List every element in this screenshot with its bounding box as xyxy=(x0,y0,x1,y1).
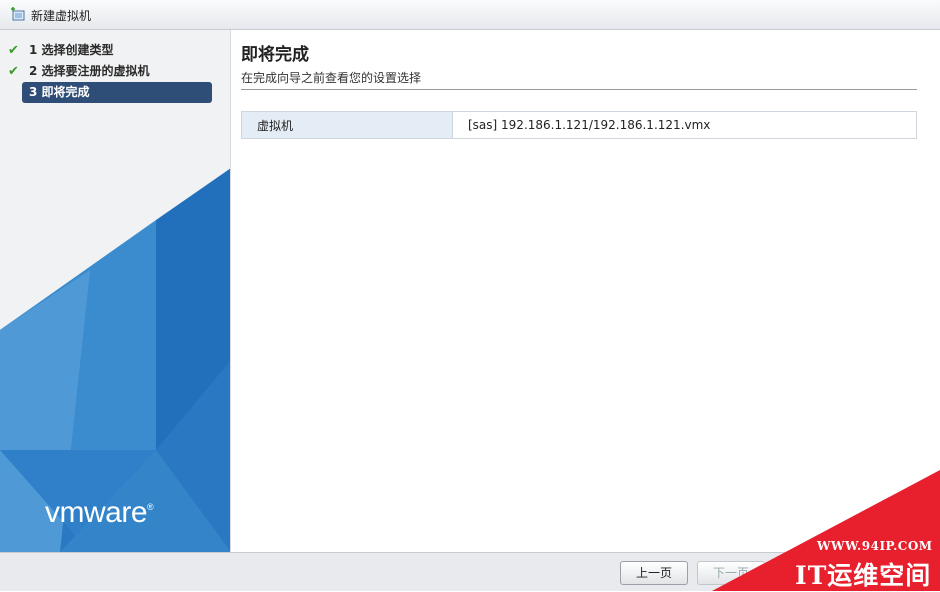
prev-button[interactable]: 上一页 xyxy=(620,561,688,585)
wizard-footer: 上一页 下一页 完成 取消 xyxy=(0,552,940,591)
new-vm-icon xyxy=(11,7,25,21)
step-label: 1 选择创建类型 xyxy=(29,43,114,57)
step-label: 2 选择要注册的虚拟机 xyxy=(29,64,150,78)
vmware-brand-art xyxy=(0,168,230,552)
page-subtitle: 在完成向导之前查看您的设置选择 xyxy=(241,71,422,85)
wizard-step-1[interactable]: ✔ 1 选择创建类型 xyxy=(0,40,230,61)
wizard-sidebar: ✔ 1 选择创建类型 ✔ 2 选择要注册的虚拟机 3 即将完成 vmware® xyxy=(0,30,231,552)
summary-value: [sas] 192.186.1.121/192.186.1.121.vmx xyxy=(468,118,711,132)
table-row: 虚拟机 [sas] 192.186.1.121/192.186.1.121.vm… xyxy=(241,111,917,139)
vmware-logo: vmware® xyxy=(45,496,154,529)
check-icon: ✔ xyxy=(8,43,19,58)
step-label: 3 即将完成 xyxy=(29,85,90,99)
summary-key: 虚拟机 xyxy=(241,111,453,139)
finish-button[interactable]: 完成 xyxy=(774,561,842,585)
wizard-content: 即将完成 在完成向导之前查看您的设置选择 虚拟机 [sas] 192.186.1… xyxy=(231,30,940,552)
wizard-steps: ✔ 1 选择创建类型 ✔ 2 选择要注册的虚拟机 3 即将完成 xyxy=(0,40,230,103)
check-icon: ✔ xyxy=(8,64,19,79)
cancel-button[interactable]: 取消 xyxy=(851,561,919,585)
divider xyxy=(241,89,917,90)
next-button[interactable]: 下一页 xyxy=(697,561,765,585)
window-titlebar: 新建虚拟机 xyxy=(0,0,940,30)
wizard-step-3[interactable]: 3 即将完成 xyxy=(22,82,212,103)
summary-table: 虚拟机 [sas] 192.186.1.121/192.186.1.121.vm… xyxy=(241,111,917,139)
page-title: 即将完成 xyxy=(241,45,309,65)
window-title: 新建虚拟机 xyxy=(31,9,92,23)
wizard-step-2[interactable]: ✔ 2 选择要注册的虚拟机 xyxy=(0,61,230,82)
